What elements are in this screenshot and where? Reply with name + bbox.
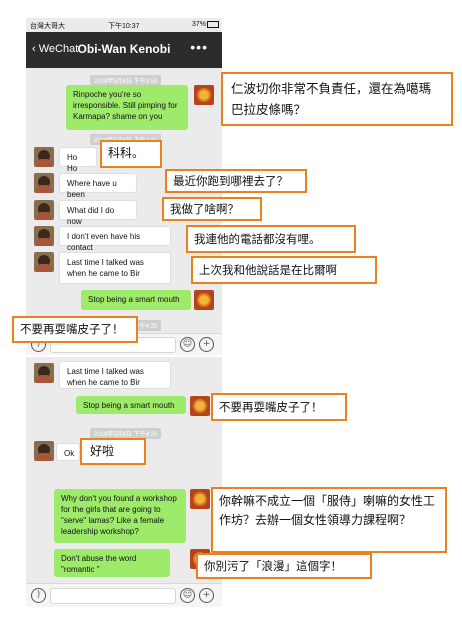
- message-bubble-outgoing[interactable]: Why don't you found a workshop for the g…: [54, 489, 186, 543]
- translation-note: 仁波切你非常不負責任，還在為噶瑪巴拉皮條嗎？: [221, 72, 453, 126]
- message-bubble-incoming[interactable]: What did I do now: [59, 200, 137, 226]
- message-bubble-incoming[interactable]: Ho Ho: [59, 147, 97, 173]
- message-bubble-incoming[interactable]: Where have u been: [59, 173, 137, 199]
- chat-screenshot-bottom: Last time I talked was when he came to B…: [26, 357, 222, 607]
- translation-note: 科科。: [100, 140, 162, 168]
- translation-note: 你幹嘛不成立一個「服侍」喇嘛的女性工作坊？去辦一個女性領導力課程啊？: [211, 487, 447, 553]
- translation-note: 上次我和他說話是在比爾啊: [191, 256, 377, 284]
- avatar[interactable]: [34, 252, 54, 272]
- plus-icon[interactable]: +: [199, 588, 214, 603]
- avatar[interactable]: [34, 147, 54, 167]
- message-bubble-incoming[interactable]: Last time I talked was when he came to B…: [59, 361, 171, 389]
- more-options-button[interactable]: •••: [190, 39, 208, 55]
- message-bubble-outgoing[interactable]: Don't abuse the word "romantic ": [54, 549, 170, 577]
- clock-label: 下午10:37: [108, 23, 140, 30]
- battery-icon: [207, 21, 219, 28]
- message-bubble-outgoing[interactable]: Rinpoche you're so irresponsible. Still …: [66, 85, 188, 130]
- translation-note: 我連他的電話都沒有哩。: [186, 225, 356, 253]
- message-bubble-outgoing[interactable]: Stop being a smart mouth: [81, 290, 191, 310]
- translation-note: 最近你跑到哪裡去了？: [165, 169, 307, 193]
- translation-note: 不要再耍嘴皮子了！: [12, 316, 138, 343]
- avatar[interactable]: [34, 173, 54, 193]
- message-bubble-outgoing[interactable]: Stop being a smart mouth: [76, 396, 186, 414]
- message-bubble-incoming[interactable]: Ok: [56, 443, 80, 461]
- avatar[interactable]: [34, 200, 54, 220]
- input-bar: ) ☺ +: [26, 583, 222, 607]
- translation-note: 我做了啥啊？: [162, 197, 262, 221]
- avatar[interactable]: [34, 363, 54, 383]
- message-input[interactable]: [50, 588, 176, 604]
- avatar[interactable]: [194, 290, 214, 310]
- avatar[interactable]: [194, 85, 214, 105]
- carrier-label: 台灣大哥大: [30, 23, 65, 30]
- message-bubble-incoming[interactable]: Last time I talked was when he came to B…: [59, 252, 171, 284]
- avatar[interactable]: [34, 441, 54, 461]
- voice-icon[interactable]: ): [31, 588, 46, 603]
- message-bubble-incoming[interactable]: I don't even have his contact: [59, 226, 171, 252]
- plus-icon[interactable]: +: [199, 337, 214, 352]
- status-bar: 台灣大哥大 下午10:37 37%: [26, 18, 222, 32]
- avatar[interactable]: [34, 226, 54, 246]
- emoji-icon[interactable]: ☺: [180, 337, 195, 352]
- translation-note: 你別污了「浪漫」這個字！: [196, 553, 372, 579]
- battery-label: 37%: [191, 21, 206, 28]
- avatar[interactable]: [190, 396, 210, 416]
- translation-note: 不要再耍嘴皮子了！: [211, 393, 347, 421]
- emoji-icon[interactable]: ☺: [180, 588, 195, 603]
- nav-bar: ‹ WeChat Obi-Wan Kenobi •••: [26, 32, 222, 68]
- avatar[interactable]: [190, 489, 210, 509]
- translation-note: 好啦: [80, 438, 146, 465]
